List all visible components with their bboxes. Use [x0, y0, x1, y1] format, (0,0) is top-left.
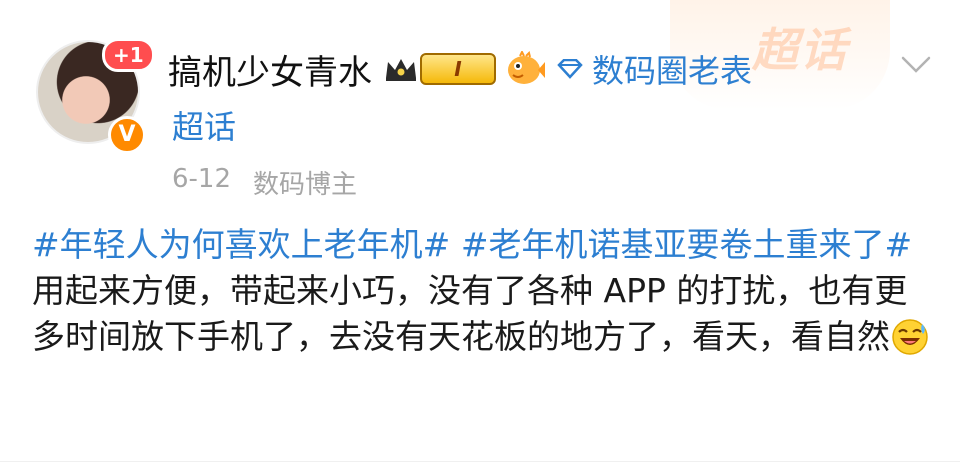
verified-v-icon: V: [108, 116, 146, 154]
post-text: 用起来方便，带起来小巧，没有了各种 APP 的打扰，也有更多时间放下手机了，去没…: [32, 271, 908, 356]
crown-icon: [384, 56, 418, 82]
author-row: 搞机少女青水 I 数码圈老表: [168, 44, 752, 94]
notification-badge: +1: [102, 38, 155, 72]
pufferfish-icon[interactable]: [504, 49, 546, 87]
supertopic-link-suffix[interactable]: 超话: [172, 102, 236, 148]
supertopic-diamond-icon: [556, 58, 584, 79]
hashtag-link[interactable]: #老年机诺基亚要卷土重来了#: [461, 225, 912, 264]
supertopic-watermark: 超话: [752, 23, 848, 77]
post-date: 6-12: [172, 164, 232, 194]
avatar-container[interactable]: +1 V: [36, 38, 155, 154]
supertopic-link[interactable]: 数码圈老表: [592, 46, 752, 92]
laugh-cry-emoji-icon: [890, 316, 930, 356]
username[interactable]: 搞机少女青水: [168, 45, 372, 94]
level-badge[interactable]: I: [420, 53, 496, 85]
post-meta: 6-12 数码博主: [172, 164, 357, 201]
author-role: 数码博主: [253, 170, 358, 200]
chevron-down-icon[interactable]: [900, 54, 932, 76]
post-body: #年轻人为何喜欢上老年机# #老年机诺基亚要卷土重来了# 用起来方便，带起来小巧…: [32, 222, 932, 360]
hashtag-link[interactable]: #年轻人为何喜欢上老年机#: [32, 225, 450, 264]
